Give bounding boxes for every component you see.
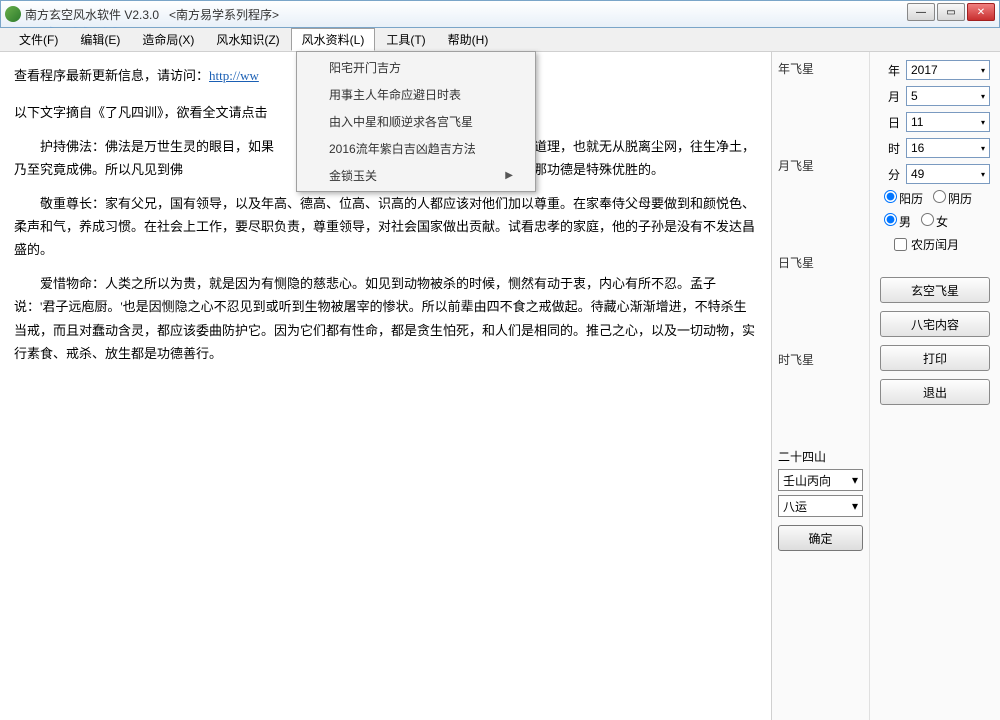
lbl-hour-fx: 时飞星 <box>778 351 863 368</box>
menu-edit[interactable]: 编辑(E) <box>69 28 131 51</box>
minimize-button[interactable]: — <box>907 3 935 21</box>
minute-select[interactable]: 49▾ <box>906 164 990 184</box>
paragraph-3: 爱惜物命：人类之所以为贵，就是因为有恻隐的慈悲心。如见到动物被杀的时候，恻然有动… <box>14 272 757 366</box>
update-link[interactable]: http://ww <box>209 68 259 83</box>
maximize-button[interactable]: ▭ <box>937 3 965 21</box>
radio-solar[interactable]: 阳历 <box>884 190 923 207</box>
leap-label: 农历闰月 <box>911 236 959 253</box>
radio-female[interactable]: 女 <box>921 213 948 230</box>
paragraph-2: 敬重尊长：家有父兄，国有领导，以及年高、德高、位高、识高的人都应该对他们加以尊重… <box>14 192 757 262</box>
hour-select[interactable]: 16▾ <box>906 138 990 158</box>
menu-help[interactable]: 帮助(H) <box>437 28 500 51</box>
menu-knowledge[interactable]: 风水知识(Z) <box>205 28 290 51</box>
menu-file[interactable]: 文件(F) <box>8 28 69 51</box>
minute-label: 分 <box>880 166 900 183</box>
close-button[interactable]: ✕ <box>967 3 995 21</box>
radio-lunar[interactable]: 阴历 <box>933 190 972 207</box>
app-icon <box>5 6 21 22</box>
dd-item-1[interactable]: 用事主人年命应避日时表 <box>299 81 533 108</box>
dd-item-2[interactable]: 由入中星和顺逆求各宫飞星 <box>299 108 533 135</box>
mountain-title: 二十四山 <box>778 448 863 465</box>
leap-checkbox[interactable] <box>894 238 907 251</box>
year-label: 年 <box>880 62 900 79</box>
dd-item-3[interactable]: 2016流年紫白吉凶趋吉方法 <box>299 135 533 162</box>
dd-item-0[interactable]: 阳宅开门吉方 <box>299 54 533 81</box>
dd-item-4[interactable]: 金锁玉关▶ <box>299 162 533 189</box>
labels-column: 年飞星 月飞星 日飞星 时飞星 二十四山 壬山丙向▾ 八运▾ 确定 <box>772 52 870 720</box>
chevron-right-icon: ▶ <box>505 170 513 181</box>
print-button[interactable]: 打印 <box>880 345 990 371</box>
menu-data[interactable]: 风水资料(L) <box>291 28 376 51</box>
title-bar: 南方玄空风水软件 V2.3.0 <南方易学系列程序> — ▭ ✕ <box>0 0 1000 28</box>
lbl-year-fx: 年飞星 <box>778 60 863 77</box>
feixing-button[interactable]: 玄空飞星 <box>880 277 990 303</box>
year-select[interactable]: 2017▾ <box>906 60 990 80</box>
month-label: 月 <box>880 88 900 105</box>
menu-tools[interactable]: 工具(T) <box>375 28 436 51</box>
radio-male[interactable]: 男 <box>884 213 911 230</box>
mountain-yun-select[interactable]: 八运▾ <box>778 495 863 517</box>
lbl-day-fx: 日飞星 <box>778 254 863 271</box>
menu-bar: 文件(F) 编辑(E) 造命局(X) 风水知识(Z) 风水资料(L) 工具(T)… <box>0 28 1000 52</box>
right-panel: 年 2017▾ 月 5▾ 日 11▾ 时 16▾ 分 49▾ 阳历 阴历 男 女 农历闰月… <box>870 52 1000 720</box>
hour-label: 时 <box>880 140 900 157</box>
menu-ming[interactable]: 造命局(X) <box>131 28 205 51</box>
dropdown-menu: 阳宅开门吉方 用事主人年命应避日时表 由入中星和顺逆求各宫飞星 2016流年紫白… <box>296 51 536 192</box>
day-select[interactable]: 11▾ <box>906 112 990 132</box>
mountain-dir-select[interactable]: 壬山丙向▾ <box>778 469 863 491</box>
lbl-month-fx: 月飞星 <box>778 157 863 174</box>
window-title: 南方玄空风水软件 V2.3.0 <南方易学系列程序> <box>25 6 279 23</box>
confirm-button[interactable]: 确定 <box>778 525 863 551</box>
exit-button[interactable]: 退出 <box>880 379 990 405</box>
month-select[interactable]: 5▾ <box>906 86 990 106</box>
bazhai-button[interactable]: 八宅内容 <box>880 311 990 337</box>
day-label: 日 <box>880 114 900 131</box>
